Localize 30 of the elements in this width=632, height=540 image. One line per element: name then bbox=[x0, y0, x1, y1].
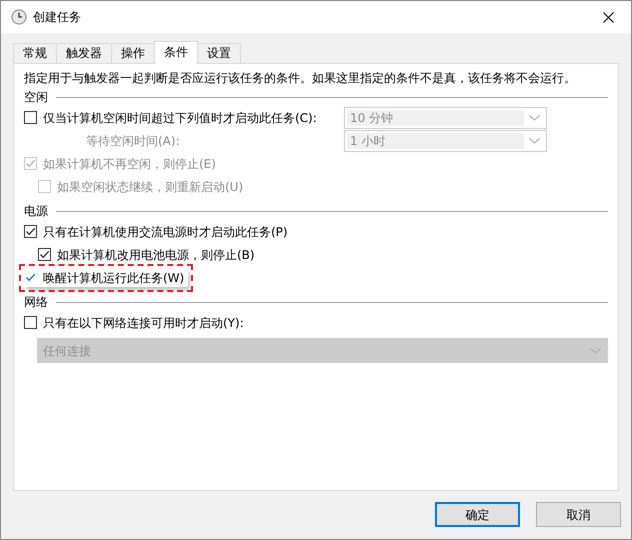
dropdown-value: 1 小时 bbox=[350, 132, 386, 150]
checkbox[interactable] bbox=[24, 225, 37, 238]
window-title: 创建任务 bbox=[33, 9, 81, 26]
dropdown-value: 10 分钟 bbox=[350, 110, 394, 126]
checkbox-label: 如果计算机改用电池电源，则停止(B) bbox=[57, 246, 255, 264]
clock-icon bbox=[11, 9, 27, 25]
ok-button[interactable]: 确定 bbox=[435, 502, 520, 527]
close-icon bbox=[602, 12, 614, 22]
chevron-down-icon bbox=[528, 138, 540, 144]
tab[interactable]: 条件 bbox=[154, 41, 198, 64]
chevron-down-icon bbox=[528, 114, 540, 120]
checkbox-label: 如果空闲状态继续，则重新启动(U) bbox=[57, 178, 244, 196]
cancel-button[interactable]: 取消 bbox=[536, 502, 621, 527]
checkbox-label: 只有在以下网络连接可用时才启动(Y): bbox=[43, 314, 244, 332]
chevron-down-icon bbox=[590, 348, 600, 354]
description-text: 指定用于与触发器一起判断是否应运行该任务的条件。如果这里指定的条件不是真，该任务将不会运行。 bbox=[24, 70, 577, 86]
tab[interactable]: 常规 bbox=[13, 43, 57, 63]
section-title: 网络 bbox=[24, 294, 48, 311]
section-title: 电源 bbox=[24, 203, 48, 220]
checkbox-label: 仅当计算机空闲时间超过下列值时才启动此任务(C): bbox=[43, 110, 317, 126]
tab[interactable]: 设置 bbox=[197, 43, 241, 63]
checkbox-label: 唤醒计算机运行此任务(W) bbox=[43, 270, 184, 286]
field-label: 等待空闲时间(A): bbox=[85, 132, 180, 150]
checkbox[interactable] bbox=[24, 316, 37, 329]
checkbox-label: 如果计算机不再空闲，则停止(E) bbox=[43, 156, 216, 172]
section-title: 空闲 bbox=[24, 89, 48, 106]
dropdown-value: 任何连接 bbox=[43, 342, 91, 360]
checkbox[interactable] bbox=[24, 111, 37, 124]
checkbox[interactable] bbox=[38, 248, 51, 261]
checkbox-label: 只有在计算机使用交流电源时才启动此任务(P) bbox=[43, 224, 288, 240]
